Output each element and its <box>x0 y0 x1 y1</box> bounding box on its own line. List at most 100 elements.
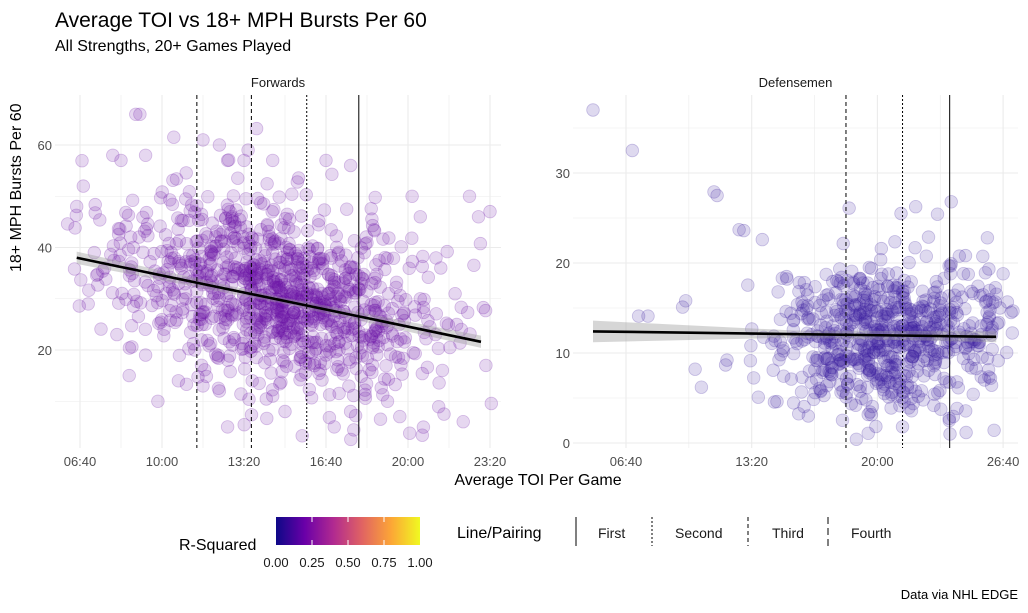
data-point <box>397 335 412 349</box>
data-point <box>846 288 860 303</box>
linetype-legend-title: Line/Pairing <box>457 525 542 542</box>
data-point <box>274 375 288 389</box>
data-point <box>471 210 486 224</box>
data-point <box>301 334 315 349</box>
data-point <box>360 351 375 365</box>
data-point <box>402 261 416 276</box>
panel-forwards: 06:40 10:00 13:20 16:40 20:00 23:20 20 40 60 <box>38 95 506 469</box>
data-point <box>473 236 488 251</box>
data-point <box>267 237 282 251</box>
data-point <box>114 153 128 168</box>
data-point <box>178 292 193 306</box>
data-point <box>836 236 850 251</box>
color-legend-title: R-Squared <box>179 537 257 554</box>
data-point <box>961 358 975 373</box>
data-point <box>906 396 920 411</box>
data-point <box>884 401 898 415</box>
x-tick-label: 13:20 <box>228 454 261 469</box>
data-point <box>958 248 973 263</box>
data-point <box>931 347 945 361</box>
data-point <box>231 171 245 185</box>
data-point <box>959 404 973 418</box>
legend-label-first: First <box>598 525 625 541</box>
data-point <box>1000 345 1014 360</box>
data-point <box>930 207 945 221</box>
data-point <box>858 349 872 363</box>
data-point <box>172 348 187 363</box>
data-point <box>294 209 309 223</box>
data-point <box>822 292 836 306</box>
y-tick-label: 60 <box>38 138 52 153</box>
data-point <box>901 280 915 294</box>
data-point <box>383 347 398 361</box>
data-point <box>902 364 916 379</box>
x-tick-label: 20:00 <box>861 454 894 469</box>
data-point <box>981 363 996 377</box>
data-point <box>902 255 916 270</box>
data-point <box>322 410 337 425</box>
data-point <box>368 295 383 310</box>
data-point <box>138 148 153 163</box>
data-point <box>340 202 354 216</box>
data-point <box>830 273 844 288</box>
data-point <box>236 301 250 315</box>
data-point <box>332 343 346 357</box>
data-point <box>829 304 844 319</box>
data-point <box>345 322 360 336</box>
data-point <box>694 380 709 394</box>
data-point <box>218 309 232 323</box>
x-tick-label: 06:40 <box>64 454 97 469</box>
data-point <box>853 379 868 394</box>
data-point <box>119 205 133 220</box>
data-point <box>155 313 169 327</box>
data-point <box>462 189 477 204</box>
data-point <box>262 343 276 358</box>
data-point <box>944 195 958 209</box>
data-point <box>770 394 784 409</box>
data-point <box>339 248 353 262</box>
data-point <box>386 251 401 265</box>
data-point <box>368 190 382 205</box>
data-point <box>343 158 358 173</box>
data-point <box>113 222 127 236</box>
data-point <box>415 366 430 381</box>
data-point <box>211 381 226 396</box>
data-point <box>221 353 235 367</box>
data-point <box>110 327 124 342</box>
data-point <box>190 234 205 248</box>
data-point <box>801 299 815 313</box>
data-point <box>189 262 203 277</box>
data-point <box>978 266 993 280</box>
data-point <box>869 362 883 376</box>
data-point <box>849 432 864 447</box>
data-point <box>67 262 82 276</box>
data-point <box>744 339 758 353</box>
data-point <box>679 294 693 308</box>
data-point <box>196 133 210 147</box>
data-point <box>252 376 266 391</box>
data-point <box>915 284 930 298</box>
data-point <box>982 311 996 325</box>
data-point <box>370 267 384 282</box>
data-point <box>139 205 154 220</box>
data-point <box>989 287 1004 301</box>
data-point <box>260 177 274 191</box>
data-point <box>264 366 278 380</box>
data-point <box>111 296 126 310</box>
data-point <box>138 348 153 362</box>
data-point <box>208 230 223 244</box>
data-point <box>429 251 443 265</box>
data-point <box>204 311 219 325</box>
x-tick-label: 20:00 <box>392 454 425 469</box>
x-tick-label: 13:20 <box>735 454 768 469</box>
data-point <box>435 363 450 378</box>
data-point <box>195 212 209 227</box>
data-point <box>224 246 238 260</box>
data-point <box>124 319 139 333</box>
data-point <box>393 288 407 303</box>
data-point <box>937 271 951 286</box>
data-point <box>950 375 964 389</box>
data-point <box>137 224 152 238</box>
data-point <box>212 138 227 152</box>
data-point <box>315 373 329 387</box>
